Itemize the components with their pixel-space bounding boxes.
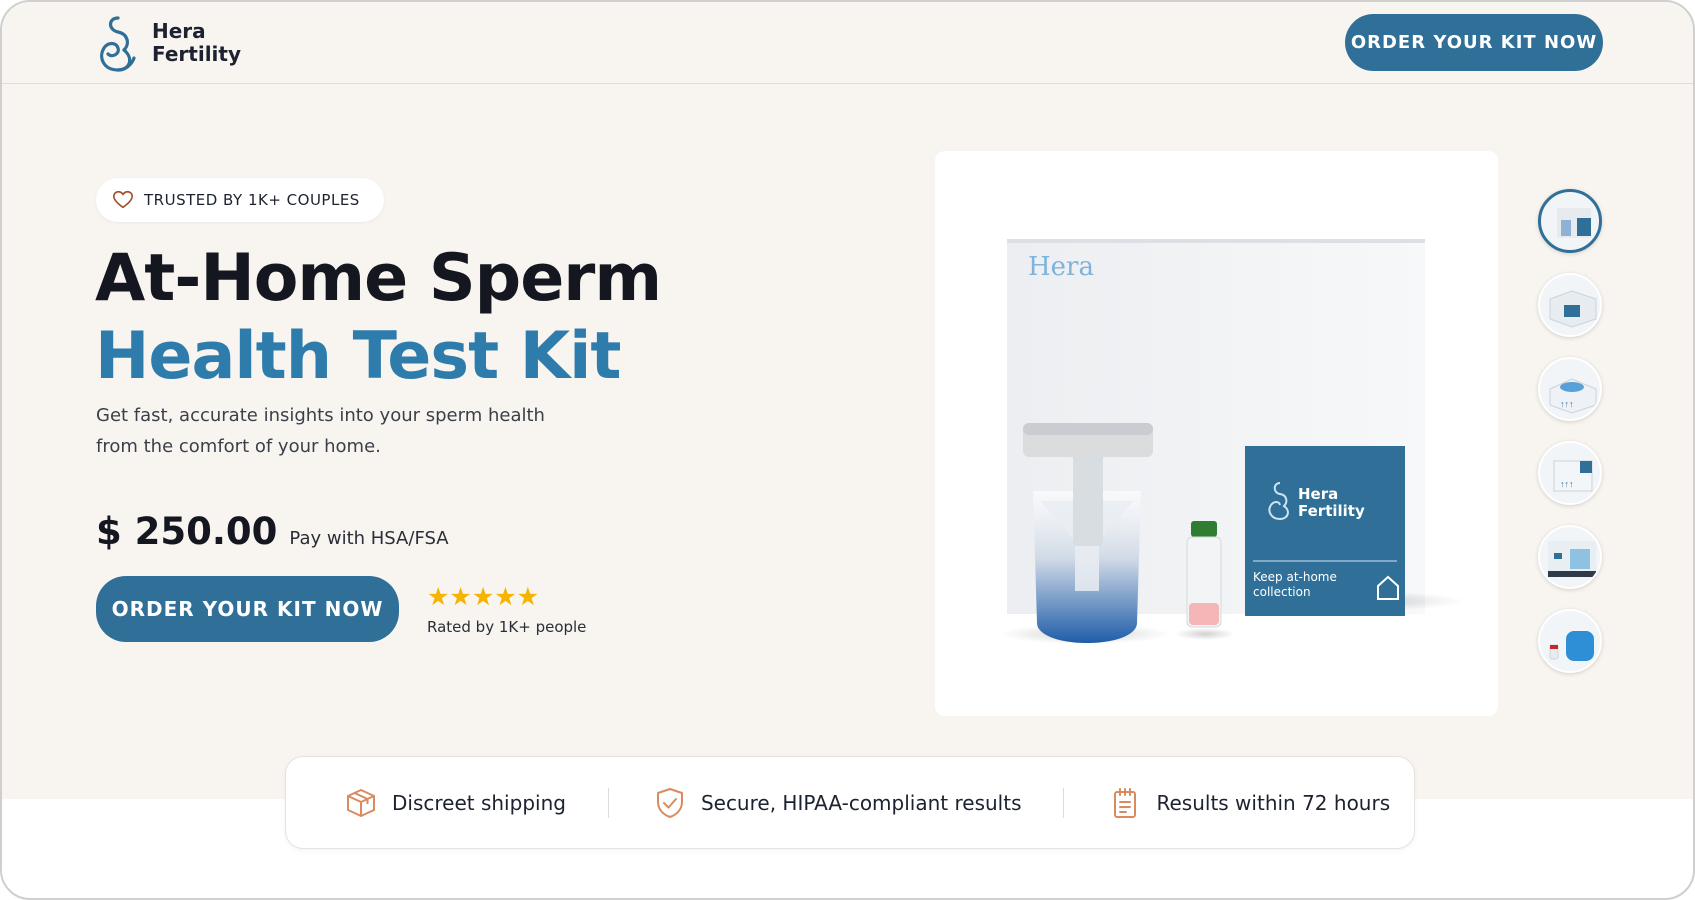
clipboard-icon bbox=[1114, 787, 1137, 818]
feature-label: Results within 72 hours bbox=[1156, 790, 1391, 815]
price: $ 250.00 bbox=[96, 510, 278, 553]
price-row: $ 250.00 Pay with HSA/FSA bbox=[96, 510, 449, 553]
box-icon bbox=[347, 788, 375, 817]
trust-badge: TRUSTED BY 1K+ COUPLES bbox=[96, 178, 384, 222]
brand-logo[interactable]: Hera Fertility bbox=[94, 14, 241, 72]
brand-name: Hera Fertility bbox=[152, 20, 241, 66]
svg-text:↑↑↑: ↑↑↑ bbox=[1560, 479, 1574, 489]
brand-name-line1: Hera bbox=[152, 19, 206, 43]
box-tag-line1: Keep at-home bbox=[1253, 570, 1337, 584]
page-title: At-Home Sperm Health Test Kit bbox=[95, 240, 662, 396]
box-tag-line2: collection bbox=[1253, 585, 1311, 599]
thumbnail-4[interactable]: ↑↑↑ bbox=[1538, 441, 1602, 505]
box-label-line1: Hera bbox=[1298, 485, 1338, 503]
feature-discreet-shipping: Discreet shipping bbox=[344, 786, 566, 820]
heart-icon bbox=[113, 190, 133, 209]
feature-divider bbox=[607, 787, 609, 818]
feature-label: Secure, HIPAA-compliant results bbox=[700, 790, 1022, 815]
feature-label: Discreet shipping bbox=[392, 790, 566, 815]
rating-label: Rated by 1K+ people bbox=[427, 618, 587, 636]
feature-bar: Discreet shipping Secure, HIPAA-complian… bbox=[285, 756, 1415, 849]
price-note: Pay with HSA/FSA bbox=[289, 528, 449, 549]
star-row: ★★★★★ bbox=[427, 583, 540, 611]
feature-divider bbox=[1063, 787, 1065, 818]
product-illustration: Hera Hera Fertility Keep at-home collect… bbox=[1000, 239, 1465, 644]
feature-fast-results: Results within 72 hours bbox=[1108, 786, 1390, 820]
thumbnail-3[interactable]: ↑↑↑ bbox=[1538, 357, 1602, 421]
box-wordmark: Hera bbox=[1028, 252, 1094, 282]
hera-logo-icon bbox=[100, 16, 136, 72]
hero-order-button[interactable]: ORDER YOUR KIT NOW bbox=[96, 576, 399, 642]
feature-secure-results: Secure, HIPAA-compliant results bbox=[653, 786, 1022, 820]
brand-name-line2: Fertility bbox=[152, 42, 242, 66]
svg-text:↑↑↑: ↑↑↑ bbox=[1560, 399, 1574, 409]
box-label-line2: Fertility bbox=[1298, 502, 1365, 520]
hero-subtitle: Get fast, accurate insights into your sp… bbox=[96, 405, 545, 457]
product-image[interactable]: Hera Hera Fertility Keep at-home collect… bbox=[935, 151, 1498, 716]
header-order-button[interactable]: ORDER YOUR KIT NOW bbox=[1345, 14, 1603, 71]
site-header: Hera Fertility ORDER YOUR KIT NOW bbox=[2, 2, 1693, 84]
thumbnail-1[interactable] bbox=[1538, 189, 1602, 253]
title-line-1: At-Home Sperm bbox=[95, 241, 662, 316]
product-thumbnails: ↑↑↑ ↑↑↑ bbox=[1538, 189, 1602, 673]
thumbnail-6[interactable] bbox=[1538, 609, 1602, 673]
shield-check-icon bbox=[656, 787, 683, 818]
thumbnail-2[interactable] bbox=[1538, 273, 1602, 337]
title-line-2: Health Test Kit bbox=[95, 319, 622, 394]
page-frame: Hera Fertility ORDER YOUR KIT NOW TRUSTE… bbox=[0, 0, 1695, 900]
star-rating-icon: ★★★★★ bbox=[427, 584, 586, 610]
rating: ★★★★★ Rated by 1K+ people bbox=[427, 584, 586, 636]
trust-badge-label: TRUSTED BY 1K+ COUPLES bbox=[144, 191, 360, 209]
thumbnail-5[interactable] bbox=[1538, 525, 1602, 589]
